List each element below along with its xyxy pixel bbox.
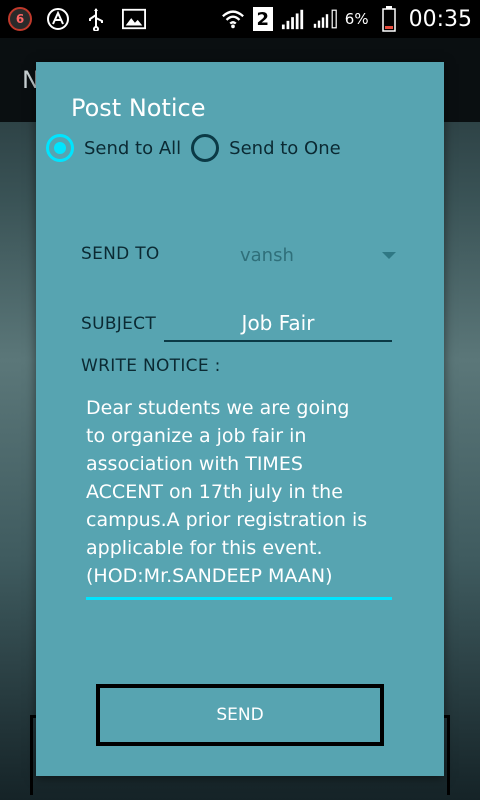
subject-label: SUBJECT (81, 314, 157, 334)
notification-badge[interactable]: 6 (8, 7, 32, 31)
post-notice-dialog: Post Notice Send to All Send to One SEND… (36, 62, 444, 776)
send-to-value: vansh (240, 244, 294, 266)
dialog-title: Post Notice (71, 94, 206, 122)
radio-selected-icon[interactable] (46, 134, 74, 162)
wifi-icon (221, 7, 245, 31)
radio-send-to-all[interactable]: Send to All (46, 134, 181, 162)
send-to-dropdown[interactable]: vansh (236, 240, 396, 270)
notice-textarea[interactable]: Dear students we are going to organize a… (86, 394, 392, 600)
recipient-radio-group: Send to All Send to One (46, 134, 351, 162)
battery-icon (377, 6, 401, 32)
radio-send-to-one[interactable]: Send to One (191, 134, 341, 162)
battery-percent: 6% (344, 10, 369, 28)
image-icon (122, 7, 146, 31)
sim-icon: 2 (252, 7, 273, 31)
clock: 00:35 (408, 6, 472, 32)
radio-label: Send to All (84, 137, 182, 159)
subject-input[interactable]: Job Fair (164, 306, 392, 342)
status-bar: 6 2 6% 00:35 (0, 0, 480, 38)
write-notice-label: WRITE NOTICE : (81, 356, 221, 376)
radio-unselected-icon[interactable] (191, 134, 220, 162)
send-button[interactable]: SEND (96, 684, 384, 746)
dropdown-arrow-icon (382, 251, 396, 259)
a-logo-icon (46, 7, 70, 31)
send-to-label: SEND TO (81, 244, 160, 264)
signal-icon (281, 7, 305, 31)
usb-icon (84, 7, 108, 31)
signal-icon (313, 7, 337, 31)
radio-label: Send to One (229, 137, 341, 159)
